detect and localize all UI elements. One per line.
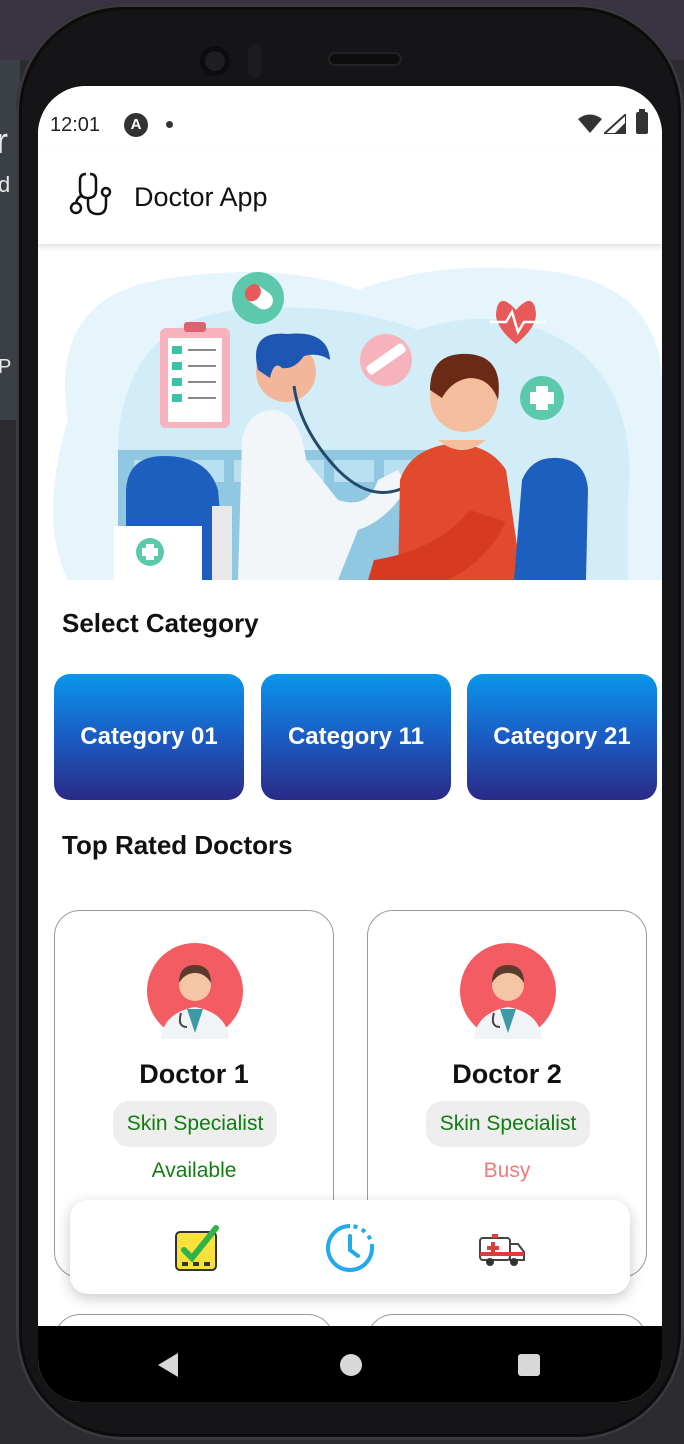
notification-dot-icon: [166, 121, 173, 128]
sensor: [248, 44, 262, 78]
doctor-avatar-icon: [460, 943, 556, 1039]
doctor-avatar-icon: [147, 943, 243, 1039]
category-card[interactable]: Category 01: [54, 674, 244, 800]
checklist-icon[interactable]: [172, 1222, 224, 1274]
desktop-text-fragment: P: [0, 356, 12, 378]
specialty-badge: Skin Specialist: [426, 1101, 590, 1147]
wifi-icon: [578, 114, 602, 133]
section-title-doctors: Top Rated Doctors: [62, 830, 293, 860]
signal-icon: [604, 114, 626, 134]
home-icon[interactable]: [340, 1354, 362, 1376]
recent-apps-icon[interactable]: [518, 1354, 540, 1376]
category-card[interactable]: Category 21: [467, 674, 657, 800]
bottom-navigation: [70, 1200, 630, 1294]
app-title: Doctor App: [134, 182, 268, 212]
back-icon[interactable]: [156, 1352, 180, 1378]
ambulance-icon[interactable]: [476, 1222, 528, 1274]
category-card[interactable]: Category 11: [261, 674, 451, 800]
clock-history-icon[interactable]: [324, 1222, 376, 1274]
status-bar: 12:01 A: [38, 86, 662, 148]
status-time: 12:01: [50, 114, 101, 136]
stethoscope-icon: [69, 172, 112, 216]
category-list: Category 01 Category 11 Category 21: [54, 674, 662, 802]
availability-status: Busy: [483, 1159, 531, 1182]
doctor-consultation-illustration: [53, 267, 662, 580]
battery-icon: [636, 109, 648, 134]
desktop-text-fragment: r: [0, 120, 8, 161]
app-notification-icon: A: [124, 113, 148, 137]
app-screen: 12:01 A Doctor App Select Category Categ…: [38, 86, 662, 1402]
specialty-badge: Skin Specialist: [113, 1101, 277, 1147]
section-title-category: Select Category: [62, 608, 259, 638]
app-bar: Doctor App: [38, 148, 662, 244]
doctor-name: Doctor 1: [139, 1059, 249, 1089]
availability-status: Available: [151, 1159, 237, 1182]
earpiece-speaker: [330, 54, 400, 64]
front-camera: [200, 46, 230, 76]
system-navigation-bar: [38, 1326, 662, 1402]
desktop-text-fragment: d: [0, 172, 11, 197]
doctor-name: Doctor 2: [452, 1059, 562, 1089]
